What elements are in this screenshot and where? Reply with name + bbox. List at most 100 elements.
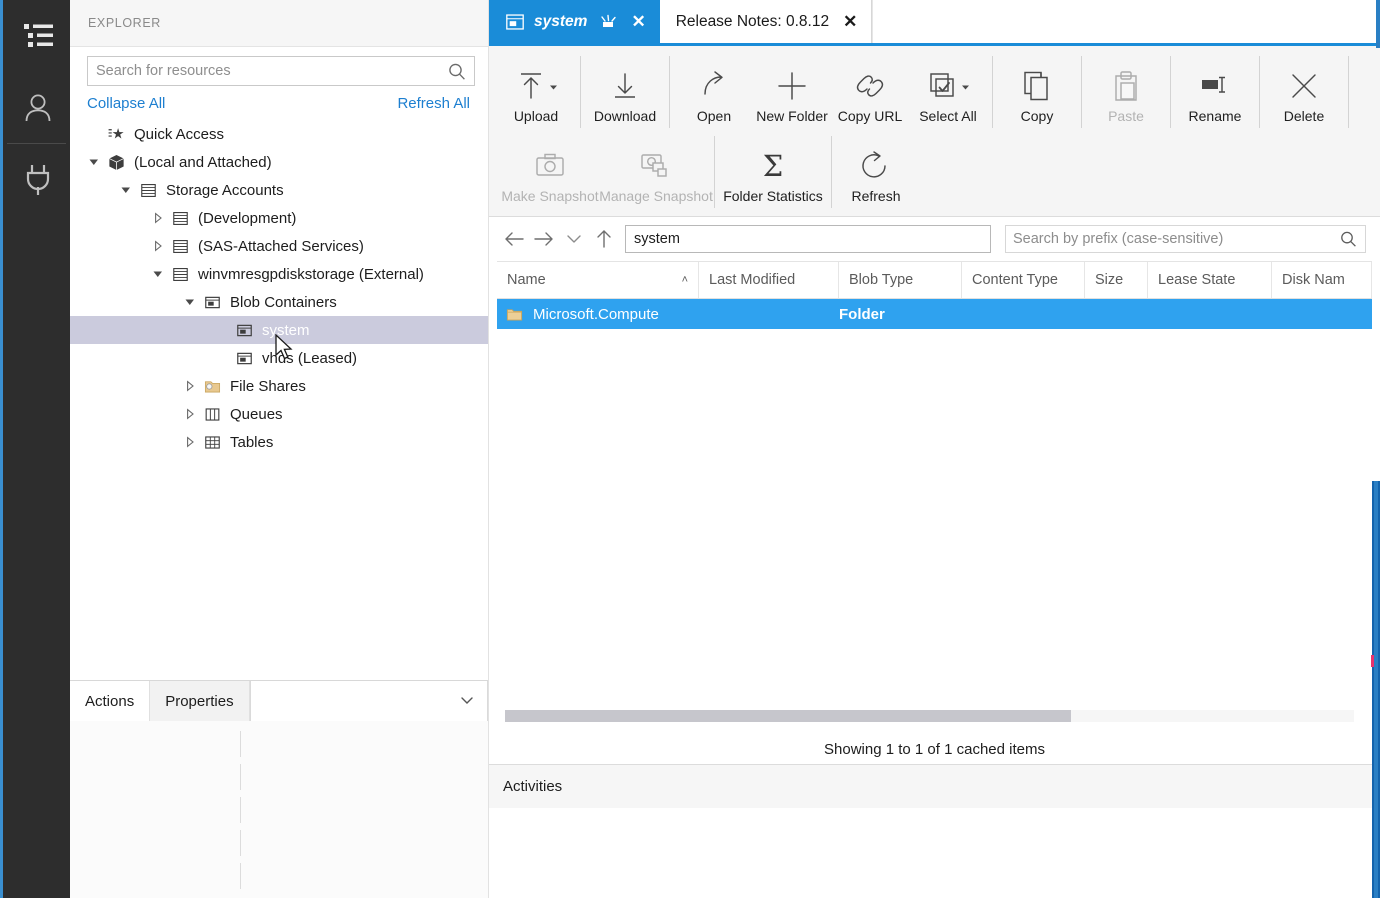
column-header-label: Lease State (1158, 272, 1235, 288)
column-header-name[interactable]: Name˄ (497, 262, 699, 298)
twisty-expanded-icon[interactable] (116, 184, 136, 196)
prefix-search-box[interactable] (1005, 225, 1366, 253)
tree-item-local-and-attached[interactable]: (Local and Attached) (70, 148, 488, 176)
twisty-expanded-icon[interactable] (84, 156, 104, 168)
tree-item-blob-containers[interactable]: Blob Containers (70, 288, 488, 316)
download-button[interactable]: Download (586, 54, 664, 132)
copy-icon (1021, 67, 1053, 105)
tree-item-sas-attached-services[interactable]: (SAS-Attached Services) (70, 232, 488, 260)
open-button[interactable]: Open (675, 54, 753, 132)
tab-release-notes-0-8-12[interactable]: Release Notes: 0.8.12✕ (660, 0, 873, 43)
twisty-expanded-icon[interactable] (148, 268, 168, 280)
properties-table (70, 721, 488, 898)
rename-button[interactable]: Rename (1176, 54, 1254, 132)
explorer-icon[interactable] (3, 0, 73, 72)
column-header-label: Disk Nam (1282, 272, 1345, 288)
tab-close-icon[interactable]: ✕ (843, 13, 857, 30)
tree-item-winvmresgpdiskstorage-external[interactable]: winvmresgpdiskstorage (External) (70, 260, 488, 288)
ribbon-button-label: Manage Snapshot (599, 188, 713, 204)
ribbon-toolbar: UploadDownloadOpenNew FolderCopy URLSele… (489, 46, 1380, 217)
twisty-collapsed-icon[interactable] (148, 240, 168, 252)
account-icon[interactable] (3, 72, 73, 144)
folder-statistics-button[interactable]: ΣFolder Statistics (720, 134, 826, 212)
file-share-icon (200, 377, 224, 396)
activities-header[interactable]: Activities (489, 764, 1380, 808)
connect-icon[interactable] (3, 144, 73, 216)
tree-item-label: (Development) (198, 211, 296, 226)
storage-icon (168, 209, 192, 228)
pin-icon[interactable] (599, 14, 617, 30)
twisty-collapsed-icon[interactable] (180, 408, 200, 420)
tree-item-vhds-leased[interactable]: vhds (Leased) (70, 344, 488, 372)
tab-system[interactable]: system✕ (489, 0, 660, 43)
column-header-label: Size (1095, 272, 1123, 288)
horizontal-scrollbar-thumb[interactable] (505, 710, 1071, 722)
search-input[interactable] (88, 57, 474, 85)
twisty-expanded-icon[interactable] (180, 296, 200, 308)
forward-arrow-icon[interactable] (529, 224, 559, 254)
copy-url-button[interactable]: Copy URL (831, 54, 909, 132)
cube-icon (104, 153, 128, 172)
twisty-collapsed-icon[interactable] (180, 380, 200, 392)
properties-dropdown[interactable] (250, 681, 488, 721)
tab-close-icon[interactable]: ✕ (631, 13, 645, 30)
property-row (70, 727, 488, 760)
tree-item-label: (Local and Attached) (134, 155, 272, 170)
prefix-search-icon[interactable] (1338, 229, 1359, 250)
column-header-content-type[interactable]: Content Type (962, 262, 1085, 298)
ribbon-button-label: New Folder (756, 108, 828, 124)
upload-button[interactable]: Upload (497, 54, 575, 132)
explorer-header: EXPLORER (70, 0, 488, 47)
camera-icon (534, 147, 566, 185)
sigma-icon: Σ (763, 147, 784, 185)
column-header-disk-nam[interactable]: Disk Nam (1272, 262, 1372, 298)
ribbon-separator (1170, 56, 1171, 128)
properties-tab-actions[interactable]: Actions (70, 681, 150, 721)
ribbon-separator (992, 56, 993, 128)
column-header-last-modified[interactable]: Last Modified (699, 262, 839, 298)
column-header-label: Content Type (972, 272, 1058, 288)
dropdown-caret-icon[interactable] (961, 78, 970, 94)
select-all-button[interactable]: Select All (909, 54, 987, 132)
sort-ascending-icon[interactable]: ˄ (682, 274, 688, 286)
ribbon-separator (1348, 56, 1349, 128)
tree-item-tables[interactable]: Tables (70, 428, 488, 456)
properties-tab-properties[interactable]: Properties (150, 681, 249, 721)
up-arrow-icon[interactable] (589, 224, 619, 254)
delete-button[interactable]: Delete (1265, 54, 1343, 132)
tree-item-label: winvmresgpdiskstorage (External) (198, 267, 424, 282)
horizontal-scrollbar-track[interactable] (505, 710, 1354, 722)
collapse-all-link[interactable]: Collapse All (87, 95, 165, 112)
copy-button[interactable]: Copy (998, 54, 1076, 132)
property-row (70, 859, 488, 892)
explorer-search-container (70, 47, 488, 86)
tree-item-file-shares[interactable]: File Shares (70, 372, 488, 400)
dropdown-caret-icon[interactable] (549, 78, 558, 94)
new-folder-button[interactable]: New Folder (753, 54, 831, 132)
column-header-blob-type[interactable]: Blob Type (839, 262, 962, 298)
search-icon[interactable] (446, 61, 468, 83)
tree-item-quick-access[interactable]: Quick Access (70, 120, 488, 148)
explorer-title: EXPLORER (88, 16, 161, 30)
twisty-collapsed-icon[interactable] (180, 436, 200, 448)
refresh-button[interactable]: Refresh (837, 134, 915, 212)
refresh-all-link[interactable]: Refresh All (397, 95, 470, 112)
tab-strip-empty-area (872, 0, 1380, 43)
storage-icon (136, 181, 160, 200)
back-arrow-icon[interactable] (499, 224, 529, 254)
path-input[interactable] (625, 225, 991, 253)
tree-item-development[interactable]: (Development) (70, 204, 488, 232)
tree-item-queues[interactable]: Queues (70, 400, 488, 428)
chevron-down-icon (459, 693, 475, 710)
activity-bar-divider (7, 143, 66, 144)
chevron-down-icon[interactable] (559, 224, 589, 254)
column-header-size[interactable]: Size (1085, 262, 1148, 298)
prefix-search-input[interactable] (1006, 226, 1365, 252)
table-row[interactable]: Microsoft.ComputeFolder (497, 299, 1372, 329)
tree-item-system[interactable]: system (70, 316, 488, 344)
twisty-collapsed-icon[interactable] (148, 212, 168, 224)
tree-item-storage-accounts[interactable]: Storage Accounts (70, 176, 488, 204)
column-header-lease-state[interactable]: Lease State (1148, 262, 1272, 298)
explorer-search-box[interactable] (87, 56, 475, 86)
tree-item-label: Blob Containers (230, 295, 337, 310)
